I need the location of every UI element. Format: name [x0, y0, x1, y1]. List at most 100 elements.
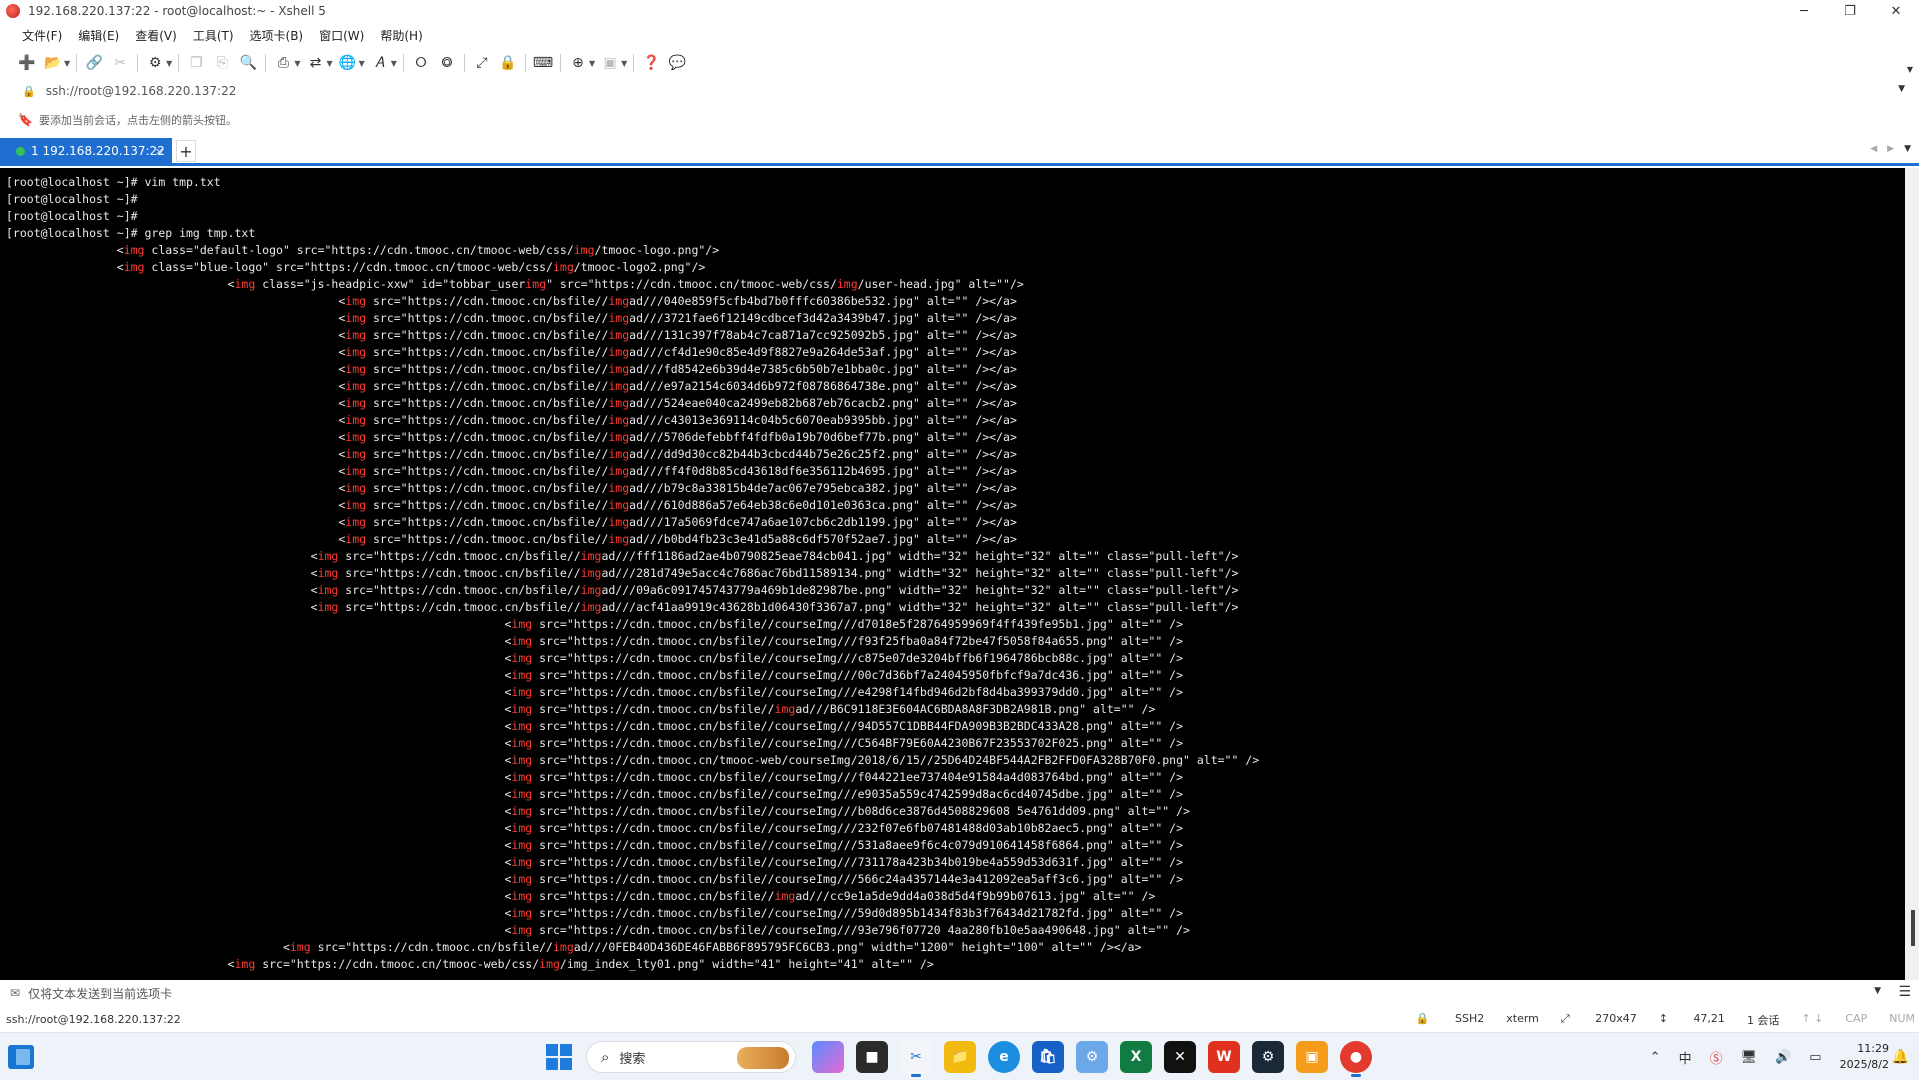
compose-menu-icon[interactable]: ☰	[1898, 984, 1911, 1000]
compose-target-label[interactable]: 仅将文本发送到当前选项卡	[28, 985, 172, 1002]
terminal-text: src="https://cdn.tmooc.cn/bsfile//course…	[532, 838, 1184, 852]
tab-session-1[interactable]: 1 192.168.220.137:22 ×	[0, 138, 172, 164]
steam-icon[interactable]: ⚙	[1252, 1041, 1284, 1073]
layout-icon[interactable]: ▣	[599, 52, 621, 74]
taskbar-search[interactable]: ⌕ 搜索	[586, 1041, 796, 1073]
new-tab-icon[interactable]: ⊕	[567, 52, 589, 74]
tab-close-icon[interactable]: ×	[155, 145, 164, 158]
toolbar-overflow-icon[interactable]: ▼	[1907, 65, 1913, 74]
network-icon[interactable]: 🖥	[1741, 1050, 1758, 1065]
copy-icon[interactable]: ❐	[185, 52, 207, 74]
chevron-down-icon[interactable]: ▼	[391, 59, 397, 68]
chevron-down-icon[interactable]: ▼	[326, 59, 332, 68]
taskbar-clock[interactable]: 11:29 2025/8/2	[1840, 1041, 1889, 1073]
help-icon[interactable]: ❓	[640, 52, 662, 74]
menu-view[interactable]: 查看(V)	[127, 27, 185, 44]
open-folder-icon[interactable]: 📂	[42, 52, 64, 74]
match-highlight: img	[345, 532, 367, 546]
menu-file[interactable]: 文件(F)	[14, 27, 70, 44]
file-explorer-icon[interactable]: 📁	[944, 1041, 976, 1073]
xbox-icon[interactable]: X	[1120, 1041, 1152, 1073]
close-button[interactable]: ✕	[1873, 0, 1919, 22]
chevron-down-icon[interactable]: ▼	[589, 59, 595, 68]
edge-icon[interactable]: e	[988, 1041, 1020, 1073]
volume-icon[interactable]: 🔊	[1775, 1050, 1791, 1065]
menu-window[interactable]: 窗口(W)	[311, 27, 372, 44]
menu-help[interactable]: 帮助(H)	[372, 27, 430, 44]
status-size: ⤢ 270x47	[1560, 1012, 1637, 1025]
chevron-down-icon[interactable]: ▼	[64, 59, 70, 68]
match-highlight: img	[511, 855, 533, 869]
terminal-text: ad///281d749e5acc4c7686ac76bd11589134.pn…	[601, 566, 1239, 580]
terminal-area[interactable]: [root@localhost ~]# vim tmp.txt [root@loc…	[0, 168, 1919, 980]
xmanager-icon[interactable]: ⭗	[436, 52, 458, 74]
store-icon[interactable]: 🛍	[1032, 1041, 1064, 1073]
widgets-icon[interactable]	[8, 1045, 34, 1069]
toolbar-divider	[76, 54, 78, 72]
chevron-down-icon[interactable]: ▼	[294, 59, 300, 68]
terminal-text: ad///acf41aa9919c43628b1d06430f3367a7.pn…	[601, 600, 1239, 614]
properties-icon[interactable]: ⚙	[144, 52, 166, 74]
minimize-button[interactable]: ─	[1781, 0, 1827, 22]
connect-icon[interactable]: 🔗	[83, 52, 105, 74]
terminal-text: <	[6, 685, 512, 699]
battery-icon[interactable]: ▭	[1809, 1050, 1821, 1065]
add-tab-button[interactable]: +	[176, 140, 196, 162]
terminal-line: <img class="js-headpic-xxw" id="tobbar_u…	[6, 276, 1896, 293]
disconnect-icon[interactable]: ✂	[109, 52, 131, 74]
capcut-icon[interactable]: ✕	[1164, 1041, 1196, 1073]
maximize-button[interactable]: ❐	[1827, 0, 1873, 22]
tab-prev-icon[interactable]: ◀	[1870, 144, 1877, 154]
clock-date: 2025/8/2	[1839, 1058, 1889, 1071]
snipping-tool-icon[interactable]: ✂	[900, 1041, 932, 1077]
menu-tools[interactable]: 工具(T)	[185, 27, 242, 44]
keyboard-icon[interactable]: ⌨	[532, 52, 554, 74]
chevron-down-icon[interactable]: ▼	[621, 59, 627, 68]
terminal-text: ad///524eae040ca2499eb82b687eb76cacb2.pn…	[629, 396, 1017, 410]
wps-tray-icon[interactable]: Ⓢ	[1710, 1048, 1723, 1067]
wps-icon[interactable]: W	[1208, 1041, 1240, 1073]
match-highlight: img	[580, 583, 602, 597]
match-highlight: img	[234, 277, 256, 291]
fullscreen-icon[interactable]: ⤢	[471, 52, 493, 74]
menu-edit[interactable]: 编辑(E)	[70, 27, 127, 44]
status-sessions: 1 会话	[1746, 1014, 1780, 1027]
scrollbar-thumb[interactable]	[1911, 910, 1915, 946]
task-view-icon[interactable]: ■	[856, 1041, 888, 1073]
xshell-taskbar-icon[interactable]: ●	[1340, 1041, 1372, 1077]
notification-bell-icon[interactable]: 🔔	[1892, 1049, 1909, 1065]
xftp-icon[interactable]: ⭘	[410, 52, 432, 74]
terminal-text: <	[6, 498, 346, 512]
chevron-down-icon[interactable]: ▼	[166, 59, 172, 68]
add-session-arrow-icon[interactable]: 🔖	[18, 113, 33, 127]
copilot-icon[interactable]	[812, 1041, 844, 1073]
tab-list-icon[interactable]: ▼	[1904, 144, 1911, 154]
compose-dropdown-icon[interactable]: ▼	[1874, 986, 1881, 996]
find-icon[interactable]: 🔍	[237, 52, 259, 74]
xftp-icon[interactable]: ▣	[1296, 1041, 1328, 1073]
print-icon[interactable]: ⎙	[272, 52, 294, 74]
start-button[interactable]	[546, 1044, 572, 1070]
tab-next-icon[interactable]: ▶	[1887, 144, 1894, 154]
new-session-icon[interactable]: ➕	[16, 52, 38, 74]
globe-icon[interactable]: 🌐	[337, 52, 359, 74]
tray-chevron-up-icon[interactable]: ⌃	[1650, 1050, 1661, 1065]
address-dropdown-icon[interactable]: ▼	[1898, 84, 1905, 94]
settings-icon[interactable]: ⚙	[1076, 1041, 1108, 1073]
lock-icon[interactable]: 🔒	[497, 52, 519, 74]
protocol-label: SSH2	[1455, 1012, 1485, 1025]
font-icon[interactable]: 𝐴	[369, 52, 391, 74]
transfer-icon[interactable]: ⇄	[304, 52, 326, 74]
terminal-text: ad///b0bd4fb23c3e41d5a88c6df570f52ae7.jp…	[629, 532, 1017, 546]
terminal-line: <img src="https://cdn.tmooc.cn/bsfile//c…	[6, 650, 1896, 667]
chevron-down-icon[interactable]: ▼	[359, 59, 365, 68]
address-input[interactable]: ssh://root@192.168.220.137:22	[46, 84, 237, 98]
terminal-line: <img src="https://cdn.tmooc.cn/bsfile//i…	[6, 327, 1896, 344]
match-highlight: img	[511, 872, 533, 886]
input-method-icon[interactable]: 中	[1679, 1048, 1692, 1067]
chat-icon[interactable]: 💬	[666, 52, 688, 74]
menu-tabs[interactable]: 选项卡(B)	[242, 27, 312, 44]
paste-icon[interactable]: ⎘	[211, 52, 233, 74]
terminal-text: ad///e97a2154c6034d6b972f08786864738e.pn…	[629, 379, 1017, 393]
terminal-scrollbar[interactable]	[1905, 168, 1919, 980]
